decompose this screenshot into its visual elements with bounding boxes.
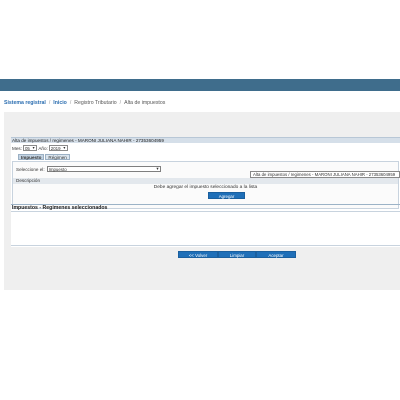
month-value: 05 xyxy=(24,145,30,151)
breadcrumb-link-sistema-registral[interactable]: Sistema registral xyxy=(4,100,46,106)
select-label: Seleccione el: xyxy=(16,166,45,172)
selected-list xyxy=(11,211,400,246)
year-value: 2019 xyxy=(50,145,61,151)
breadcrumb-link-inicio[interactable]: Inicio xyxy=(53,100,67,106)
alta-impuestos-panel: Alta de impuestos / regimenes - MARONI J… xyxy=(11,137,400,247)
clear-button[interactable]: Limpiar xyxy=(218,251,256,258)
info-message: Debe agregar el impuesto seleccionado a … xyxy=(153,185,258,190)
tab-bar: Impuesto Régimen xyxy=(18,154,70,160)
add-button[interactable]: Agregar xyxy=(208,192,245,199)
chevron-down-icon: ▼ xyxy=(31,146,36,150)
breadcrumb-separator: / xyxy=(119,100,122,106)
year-label: Año: xyxy=(38,145,48,151)
chevron-down-icon: ▼ xyxy=(62,146,67,150)
breadcrumb: Sistema registral / Inicio / Registro Tribut… xyxy=(4,100,165,106)
chevron-down-icon: ▾ xyxy=(156,166,159,171)
breadcrumb-item-current: Alta de impuestos xyxy=(124,100,166,106)
impuesto-select-value: Impuesto xyxy=(48,166,67,172)
back-button[interactable]: << Volver xyxy=(178,251,218,258)
tab-regimen[interactable]: Régimen xyxy=(45,154,70,160)
breadcrumb-separator: / xyxy=(69,100,72,106)
month-label: Mes: xyxy=(12,145,22,151)
selected-list-title: Impuestos - Regimenes seleccionados xyxy=(11,204,400,211)
panel-title: Alta de impuestos / regimenes - MARONI J… xyxy=(11,137,400,143)
top-navigation-bar xyxy=(0,79,400,91)
year-select[interactable]: 2019 ▼ xyxy=(48,145,69,151)
period-row: Mes: 05 ▼ Año: 2019 ▼ xyxy=(12,145,69,151)
select-row: Seleccione el: Impuesto ▾ xyxy=(16,166,161,172)
breadcrumb-separator: / xyxy=(48,100,51,106)
breadcrumb-item-registro-tributario: Registro Tributario xyxy=(74,100,117,106)
tab-impuesto[interactable]: Impuesto xyxy=(18,154,45,160)
month-select[interactable]: 05 ▼ xyxy=(22,145,38,151)
tab-content: Seleccione el: Impuesto ▾ Alta de impues… xyxy=(12,161,400,209)
accept-button[interactable]: Aceptar xyxy=(256,251,296,258)
tooltip: Alta de impuestos / regimenes - MARONI J… xyxy=(250,171,400,178)
impuesto-select[interactable]: Impuesto ▾ xyxy=(46,166,161,172)
